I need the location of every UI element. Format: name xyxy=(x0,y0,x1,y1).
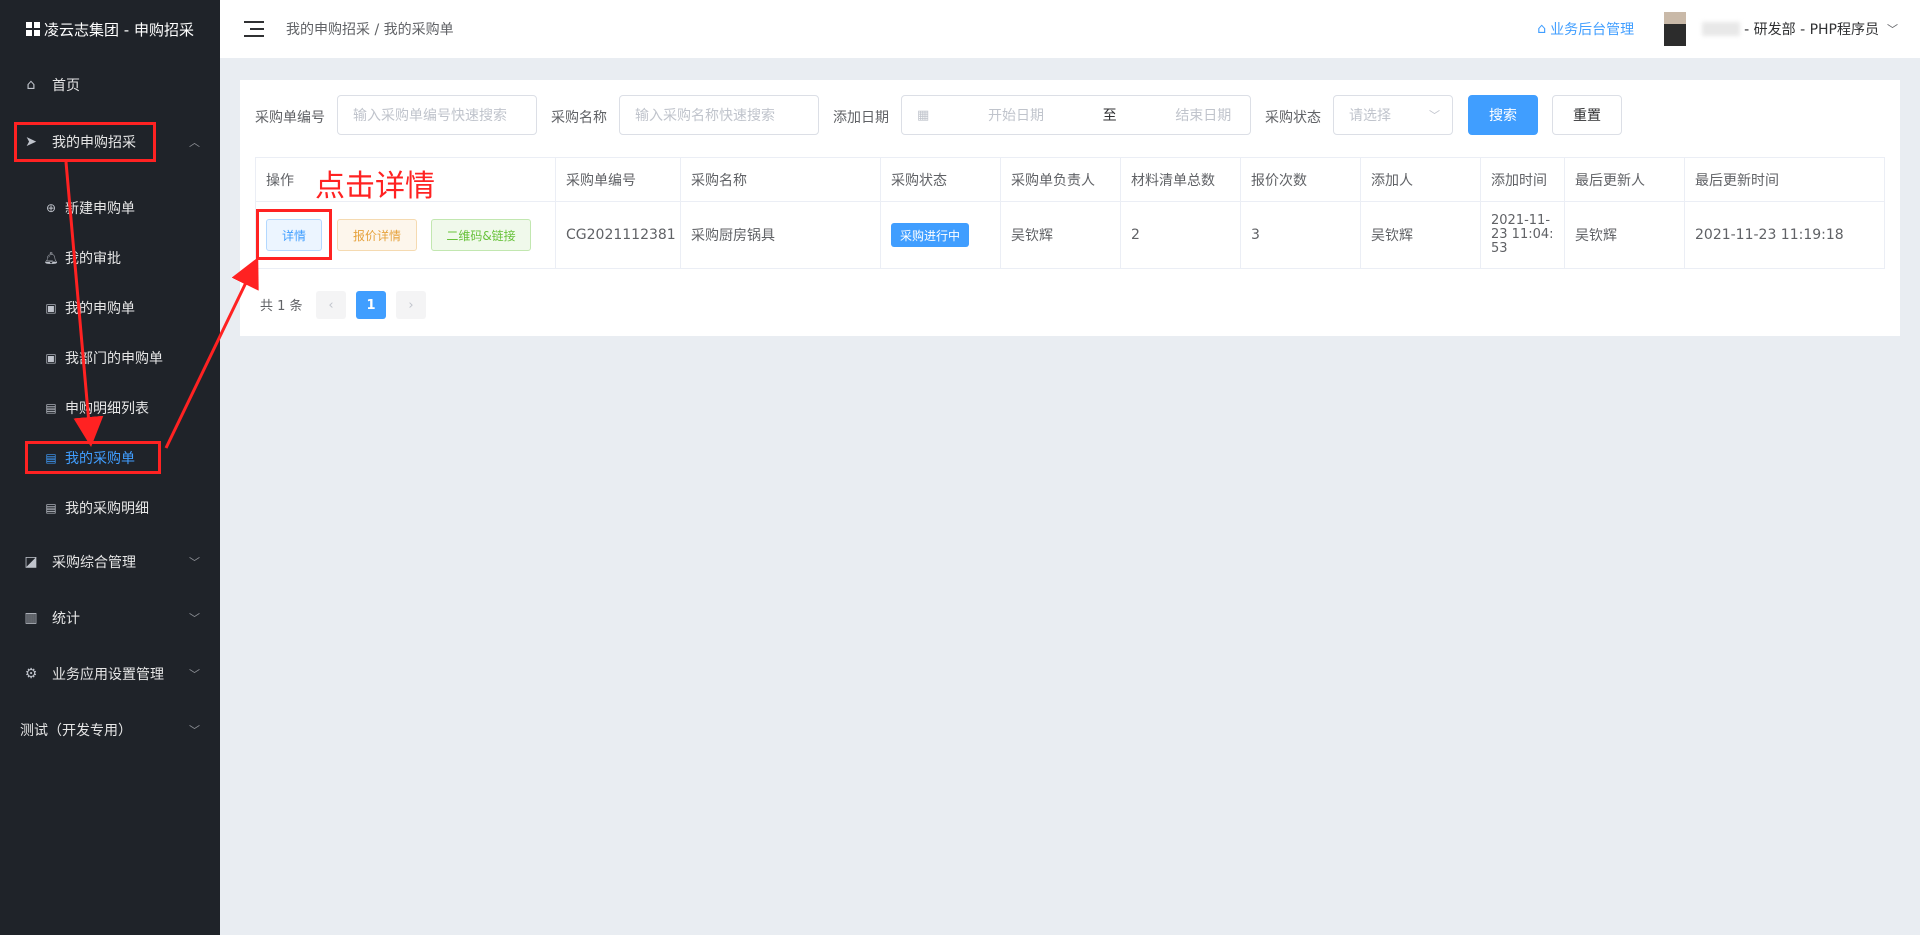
annotation-arrow-down xyxy=(64,161,104,447)
annotation-arrow-up xyxy=(164,257,259,449)
annotation-arrows xyxy=(64,161,259,449)
